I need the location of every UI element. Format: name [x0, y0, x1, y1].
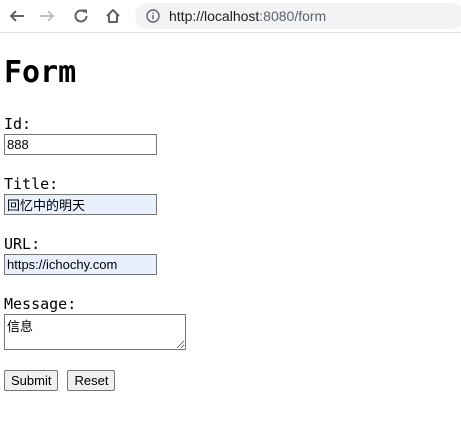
message-textarea[interactable]: 信息 [4, 314, 186, 350]
browser-toolbar: http://localhost:8080/form [0, 0, 461, 33]
forward-button[interactable] [36, 5, 58, 27]
id-field-group: Id: [4, 115, 457, 155]
url-label: URL: [4, 235, 41, 253]
button-row: Submit Reset [4, 370, 457, 391]
url-text: http://localhost:8080/form [169, 8, 326, 24]
address-bar[interactable]: http://localhost:8080/form [135, 3, 461, 29]
reload-button[interactable] [70, 5, 92, 27]
form: Id: Title: URL: Message: 信息 Submit Reset [4, 115, 457, 391]
url-input[interactable] [4, 254, 157, 275]
url-host: http://localhost [169, 8, 260, 24]
title-field-group: Title: [4, 175, 457, 215]
title-label: Title: [4, 175, 59, 193]
url-path: :8080/form [259, 8, 327, 24]
info-icon[interactable] [146, 9, 160, 23]
id-input[interactable] [4, 134, 157, 155]
arrow-right-icon [40, 10, 55, 22]
back-button[interactable] [6, 5, 28, 27]
home-button[interactable] [102, 5, 124, 27]
page-content: Form Id: Title: URL: Message: 信息 Submit … [0, 53, 461, 391]
message-field-group: Message: 信息 [4, 295, 457, 350]
reload-icon [74, 9, 88, 23]
arrow-left-icon [9, 10, 24, 22]
message-label: Message: [4, 295, 77, 313]
reset-button[interactable]: Reset [67, 370, 116, 391]
home-icon [106, 9, 120, 23]
url-field-group: URL: [4, 235, 457, 275]
title-input[interactable] [4, 194, 157, 215]
id-label: Id: [4, 115, 32, 133]
page-title: Form [4, 55, 77, 90]
submit-button[interactable]: Submit [4, 370, 59, 391]
